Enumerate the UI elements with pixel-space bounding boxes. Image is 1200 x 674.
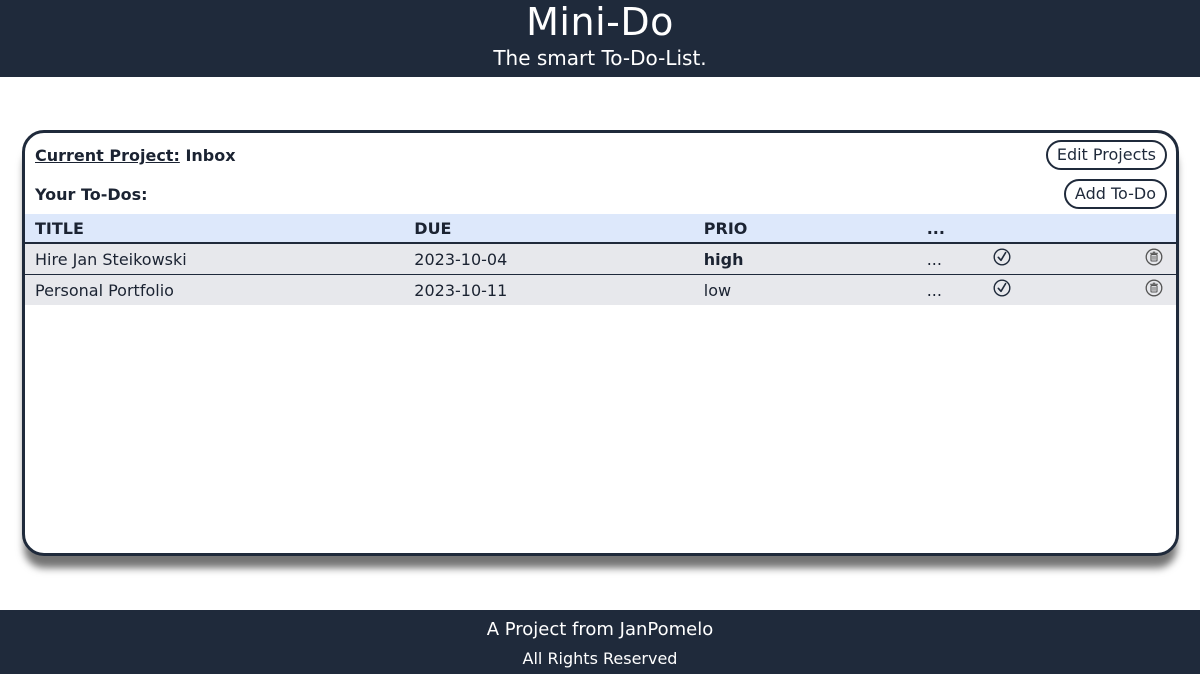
- app-subtitle: The smart To-Do-List.: [493, 46, 707, 70]
- current-project: Current Project: Inbox: [35, 145, 236, 167]
- column-header-more: ...: [916, 214, 984, 244]
- column-header-due[interactable]: DUE: [404, 214, 694, 244]
- todo-prio: low: [693, 274, 917, 307]
- todo-table: TITLE DUE PRIO ... Hire Jan Steikowski 2…: [25, 214, 1176, 307]
- column-header-check: [983, 214, 1135, 244]
- column-header-prio[interactable]: PRIO: [693, 214, 917, 244]
- app-title: Mini-Do: [526, 0, 674, 44]
- column-header-delete: [1134, 214, 1176, 244]
- current-project-name: Inbox: [185, 146, 236, 165]
- delete-cell: [1134, 274, 1176, 307]
- trash-icon[interactable]: [1145, 248, 1163, 270]
- column-header-title[interactable]: TITLE: [25, 214, 405, 244]
- edit-projects-button[interactable]: Edit Projects: [1045, 140, 1167, 170]
- table-row[interactable]: Hire Jan Steikowski 2023-10-04 high ...: [25, 243, 1176, 275]
- todo-due: 2023-10-11: [404, 274, 694, 307]
- app-header: Mini-Do The smart To-Do-List.: [0, 0, 1200, 77]
- footer-rights: All Rights Reserved: [522, 649, 678, 668]
- trash-icon[interactable]: [1145, 279, 1163, 301]
- check-cell: [983, 274, 1135, 307]
- footer-credit: A Project from JanPomelo: [486, 619, 714, 640]
- add-todo-button[interactable]: Add To-Do: [1063, 179, 1167, 209]
- delete-cell: [1134, 243, 1176, 275]
- app-footer: A Project from JanPomelo All Rights Rese…: [0, 610, 1200, 674]
- todo-title[interactable]: Hire Jan Steikowski: [25, 243, 405, 275]
- table-row[interactable]: Personal Portfolio 2023-10-11 low ...: [25, 274, 1176, 307]
- todo-more-button[interactable]: ...: [916, 243, 984, 275]
- todo-card: Current Project: Inbox Edit Projects You…: [22, 130, 1179, 556]
- todos-section-label: Your To-Dos:: [35, 185, 148, 204]
- todo-more-button[interactable]: ...: [916, 274, 984, 307]
- current-project-label: Current Project:: [35, 146, 180, 165]
- check-circle-icon[interactable]: [993, 248, 1011, 270]
- check-cell: [983, 243, 1135, 275]
- todo-title[interactable]: Personal Portfolio: [25, 274, 405, 307]
- table-header-row: TITLE DUE PRIO ...: [25, 214, 1176, 244]
- todo-due: 2023-10-04: [404, 243, 694, 275]
- todo-prio: high: [693, 243, 917, 275]
- check-circle-icon[interactable]: [993, 279, 1011, 301]
